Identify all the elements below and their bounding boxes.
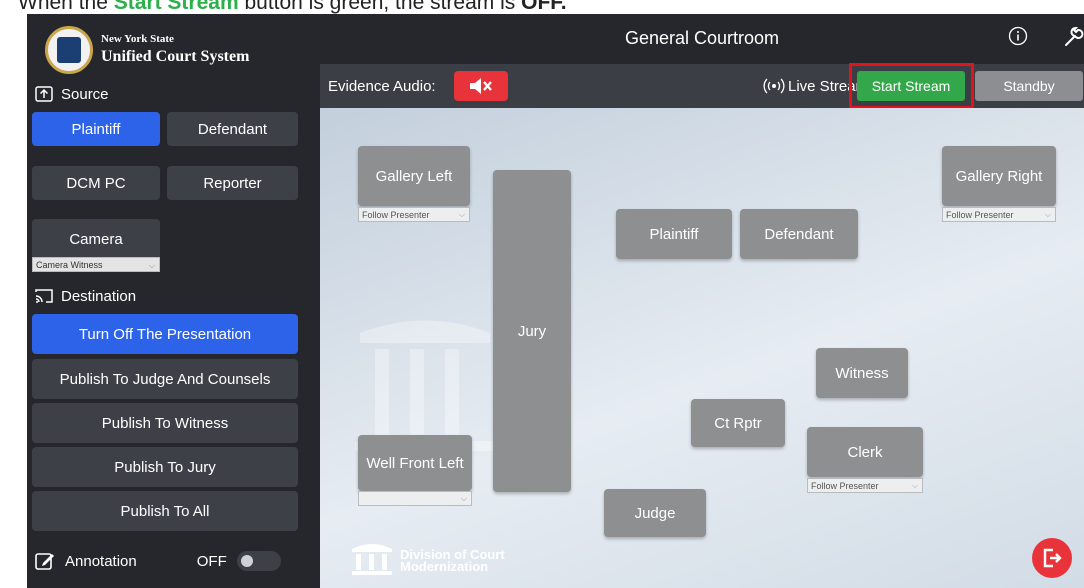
- start-stream-button[interactable]: Start Stream: [857, 71, 965, 101]
- annotation-state: OFF: [196, 552, 227, 570]
- logo-line2: Unified Court System: [101, 48, 250, 65]
- chevron-down-icon: ⌵: [911, 481, 918, 490]
- clerk-select-value: Follow Presenter: [811, 481, 879, 491]
- seat-plaintiff[interactable]: Plaintiff: [616, 209, 732, 259]
- annotation-toggle[interactable]: [236, 551, 281, 571]
- publish-all-button[interactable]: Publish To All: [32, 491, 298, 531]
- courthouse-watermark-icon: [355, 320, 495, 451]
- clerk-select[interactable]: Follow Presenter ⌵: [807, 478, 923, 493]
- exit-button[interactable]: [1032, 538, 1072, 578]
- speaker-muted-icon: [470, 78, 492, 94]
- chevron-down-icon: ⌵: [148, 261, 155, 270]
- seat-gallery-right[interactable]: Gallery Right: [942, 146, 1056, 206]
- state-seal-icon: [45, 26, 93, 74]
- header-bar: General Courtroom: [320, 14, 1084, 64]
- source-icon: [35, 86, 53, 102]
- destination-heading: Destination: [35, 285, 136, 307]
- courtroom-layout: Gallery Left Follow Presenter ⌵ Gallery R…: [320, 108, 1084, 588]
- annotation-edit-icon: [35, 553, 54, 570]
- chevron-down-icon: ⌵: [460, 494, 467, 503]
- dcm-line2: Modernization: [400, 559, 489, 574]
- seat-well-front-left[interactable]: Well Front Left: [358, 435, 472, 491]
- turn-off-presentation-button[interactable]: Turn Off The Presentation: [32, 314, 298, 354]
- seat-judge[interactable]: Judge: [604, 489, 706, 537]
- info-icon[interactable]: [1008, 26, 1028, 46]
- seat-ct-rptr[interactable]: Ct Rptr: [691, 399, 785, 447]
- live-stream-icon: [763, 78, 785, 94]
- destination-heading-label: Destination: [61, 287, 137, 305]
- camera-select[interactable]: Camera Witness ⌵: [32, 257, 160, 272]
- chevron-down-icon: ⌵: [1044, 210, 1051, 219]
- sidebar: New York State Unified Court System Sour…: [27, 14, 320, 588]
- evidence-audio-label: Evidence Audio:: [328, 78, 436, 95]
- publish-judge-counsels-button[interactable]: Publish To Judge And Counsels: [32, 359, 298, 399]
- seat-clerk[interactable]: Clerk: [807, 427, 923, 477]
- seat-jury[interactable]: Jury: [493, 170, 571, 492]
- camera-select-value: Camera Witness: [36, 260, 103, 270]
- toolbar: Evidence Audio: Live Stream: Start Strea…: [320, 63, 1084, 109]
- source-dcm-pc-button[interactable]: DCM PC: [32, 166, 160, 200]
- gallery-left-select-value: Follow Presenter: [362, 210, 430, 220]
- source-reporter-button[interactable]: Reporter: [167, 166, 298, 200]
- evidence-audio-mute-button[interactable]: [454, 71, 508, 101]
- court-logo: New York State Unified Court System: [37, 20, 311, 82]
- main-panel: General Courtroom Evidence Audio: Live S…: [320, 14, 1084, 588]
- source-defendant-button[interactable]: Defendant: [167, 112, 298, 146]
- publish-jury-button[interactable]: Publish To Jury: [32, 447, 298, 487]
- wrench-icon[interactable]: [1062, 25, 1084, 47]
- caption-text: When the Start Stream button is green, t…: [18, 0, 567, 14]
- caption-strip: When the Start Stream button is green, t…: [0, 0, 1084, 14]
- cast-icon: [35, 289, 53, 303]
- page-title: General Courtroom: [624, 28, 780, 48]
- seat-defendant[interactable]: Defendant: [740, 209, 858, 259]
- source-heading: Source: [35, 83, 109, 105]
- gallery-left-select[interactable]: Follow Presenter ⌵: [358, 207, 470, 222]
- logo-line1: New York State: [101, 33, 174, 45]
- dcm-text: Division of Court Modernization: [400, 548, 505, 574]
- seat-gallery-left[interactable]: Gallery Left: [358, 146, 470, 206]
- exit-icon: [1043, 548, 1062, 568]
- source-camera-button[interactable]: Camera: [32, 219, 160, 259]
- seat-witness[interactable]: Witness: [816, 348, 908, 398]
- well-front-left-select[interactable]: ⌵: [358, 491, 472, 506]
- toggle-knob: [240, 555, 253, 567]
- annotation-row: Annotation OFF: [35, 546, 313, 576]
- annotation-label: Annotation: [65, 552, 137, 570]
- gallery-right-select[interactable]: Follow Presenter ⌵: [942, 207, 1056, 222]
- gallery-right-select-value: Follow Presenter: [946, 210, 1014, 220]
- standby-button[interactable]: Standby: [975, 71, 1083, 101]
- chevron-down-icon: ⌵: [458, 210, 465, 219]
- source-plaintiff-button[interactable]: Plaintiff: [32, 112, 160, 146]
- publish-witness-button[interactable]: Publish To Witness: [32, 403, 298, 443]
- source-heading-label: Source: [61, 85, 109, 103]
